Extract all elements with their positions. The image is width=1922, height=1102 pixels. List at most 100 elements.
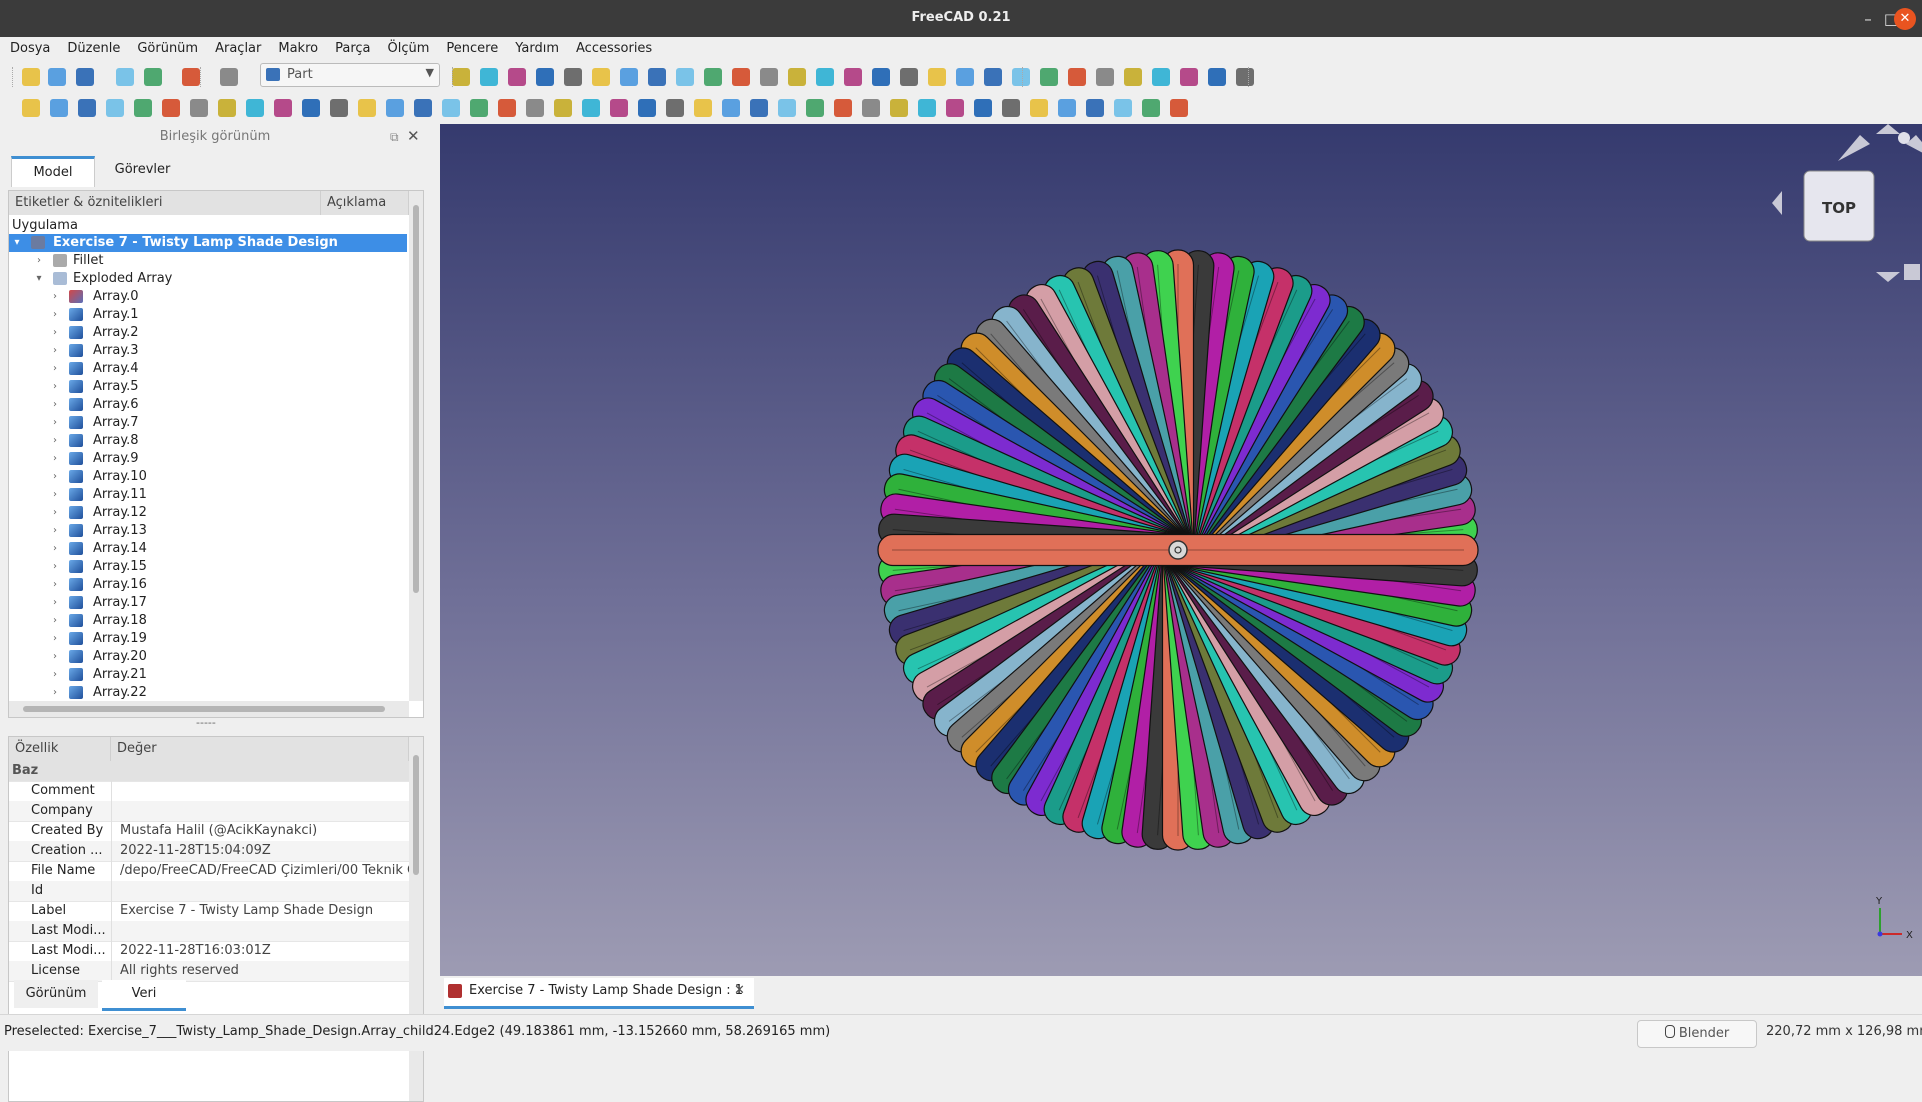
property-row[interactable]: Company [9,801,409,822]
tree-item-array[interactable]: › Array.12 [9,504,407,522]
toolbar-tool-icon[interactable] [890,99,908,117]
toolbar-tool-icon[interactable] [610,99,628,117]
arrow-up-icon[interactable] [1876,124,1900,134]
chevron-right-icon[interactable]: › [49,684,61,702]
panel-splitter[interactable]: ----- [196,716,216,729]
workbench-selector[interactable]: Part ▼ [260,63,440,87]
chevron-right-icon[interactable]: › [49,522,61,540]
float-panel-icon[interactable]: ⧉ [390,130,399,145]
chevron-right-icon[interactable]: › [49,486,61,504]
toolbar-tool-icon[interactable] [676,68,694,86]
property-value[interactable]: 2022-11-28T16:03:01Z [111,941,418,961]
tree-header-labels[interactable]: Etiketler & öznitelikleri [9,191,321,215]
property-row[interactable]: Last Modi... [9,921,409,942]
toolbar-tool-icon[interactable] [508,68,526,86]
scrollbar-thumb[interactable] [413,755,419,875]
toolbar-tool-icon[interactable] [442,99,460,117]
chevron-right-icon[interactable]: › [49,630,61,648]
toolbar-tool-icon[interactable] [1170,99,1188,117]
toolbar-tool-icon[interactable] [760,68,778,86]
prop-header-property[interactable]: Özellik [9,737,111,761]
chevron-right-icon[interactable]: › [49,504,61,522]
tree-horizontal-scrollbar[interactable] [9,701,409,717]
toolbar-tool-icon[interactable] [900,68,918,86]
tree-item-array[interactable]: › Array.16 [9,576,407,594]
toolbar-tool-icon[interactable] [1208,68,1226,86]
tree-item-array[interactable]: › Array.0 [9,288,407,306]
tree-item-array[interactable]: › Array.6 [9,396,407,414]
tree-item-array[interactable]: › Array.9 [9,450,407,468]
tree-item-array[interactable]: › Array.8 [9,432,407,450]
toolbar-tool-icon[interactable] [162,99,180,117]
arrow-down-icon[interactable] [1876,272,1900,282]
3d-viewport[interactable]: TOP Y X [440,124,1922,976]
toolbar-tool-icon[interactable] [1068,68,1086,86]
tree-item-array[interactable]: › Array.13 [9,522,407,540]
toolbar-tool-icon[interactable] [218,99,236,117]
tree-item-array[interactable]: › Array.21 [9,666,407,684]
toolbar-tool-icon[interactable] [190,99,208,117]
arrow-left-icon[interactable] [1772,191,1782,215]
toolbar-tool-icon[interactable] [1040,68,1058,86]
toolbar-tool-icon[interactable] [1086,99,1104,117]
scrollbar-thumb[interactable] [413,205,419,593]
menu-accessories[interactable]: Accessories [566,37,659,56]
toolbar-tool-icon[interactable] [22,68,40,86]
tree-vertical-scrollbar[interactable] [409,191,423,701]
property-value[interactable] [111,781,418,801]
toolbar-tool-icon[interactable] [302,99,320,117]
tree-item-array[interactable]: › Array.2 [9,324,407,342]
toolbar-tool-icon[interactable] [78,99,96,117]
tree-item-array[interactable]: › Array.5 [9,378,407,396]
toolbar-tool-icon[interactable] [1096,68,1114,86]
property-row[interactable]: Label Exercise 7 - Twisty Lamp Shade Desi… [9,901,409,922]
toolbar-tool-icon[interactable] [704,68,722,86]
chevron-right-icon[interactable]: › [49,468,61,486]
toolbar-tool-icon[interactable] [648,68,666,86]
toolbar-tool-icon[interactable] [778,99,796,117]
chevron-right-icon[interactable]: › [49,288,61,306]
tree-item-array[interactable]: › Array.10 [9,468,407,486]
menu-parca[interactable]: Parça [325,37,377,56]
tree-item-array[interactable]: › Array.4 [9,360,407,378]
toolbar-tool-icon[interactable] [862,99,880,117]
toolbar-tool-icon[interactable] [638,99,656,117]
property-row[interactable]: Created By Mustafa Halil (@AcikKaynakci) [9,821,409,842]
toolbar-tool-icon[interactable] [246,99,264,117]
toolbar-tool-icon[interactable] [1124,68,1142,86]
chevron-right-icon[interactable]: › [49,576,61,594]
property-row[interactable]: Id [9,881,409,902]
property-value[interactable] [111,801,418,821]
tree-item-array[interactable]: › Array.14 [9,540,407,558]
menu-makro[interactable]: Makro [268,37,325,56]
tree-item-array[interactable]: › Array.1 [9,306,407,324]
toolbar-tool-icon[interactable] [220,68,238,86]
chevron-right-icon[interactable]: › [49,342,61,360]
menu-gorunum[interactable]: Görünüm [127,37,205,56]
3d-scene[interactable]: TOP Y X [440,124,1922,976]
toolbar-tool-icon[interactable] [498,99,516,117]
navigation-style-button[interactable]: Blender [1637,1020,1757,1048]
tab-gorunum[interactable]: Görünüm [14,980,98,1008]
chevron-right-icon[interactable]: › [49,432,61,450]
toolbar-tool-icon[interactable] [470,99,488,117]
toolbar-tool-icon[interactable] [1058,99,1076,117]
menu-duzenle[interactable]: Düzenle [57,37,127,56]
tab-model[interactable]: Model [11,156,95,187]
menu-araclar[interactable]: Araçlar [205,37,268,56]
scrollbar-thumb[interactable] [23,706,385,712]
toolbar-tool-icon[interactable] [872,68,890,86]
toolbar-tool-icon[interactable] [1180,68,1198,86]
toolbar-tool-icon[interactable] [50,99,68,117]
tree-item-array[interactable]: › Array.22 [9,684,407,702]
toolbar-tool-icon[interactable] [956,68,974,86]
property-row[interactable]: Last Modi... 2022-11-28T16:03:01Z [9,941,409,962]
toolbar-tool-icon[interactable] [144,68,162,86]
toolbar-tool-icon[interactable] [788,68,806,86]
property-row[interactable]: Comment [9,781,409,802]
chevron-right-icon[interactable]: › [49,396,61,414]
chevron-right-icon[interactable]: › [49,612,61,630]
chevron-right-icon[interactable]: › [49,666,61,684]
tree-item-array[interactable]: › Array.18 [9,612,407,630]
rotate-left-arrow-icon[interactable] [1838,135,1870,161]
